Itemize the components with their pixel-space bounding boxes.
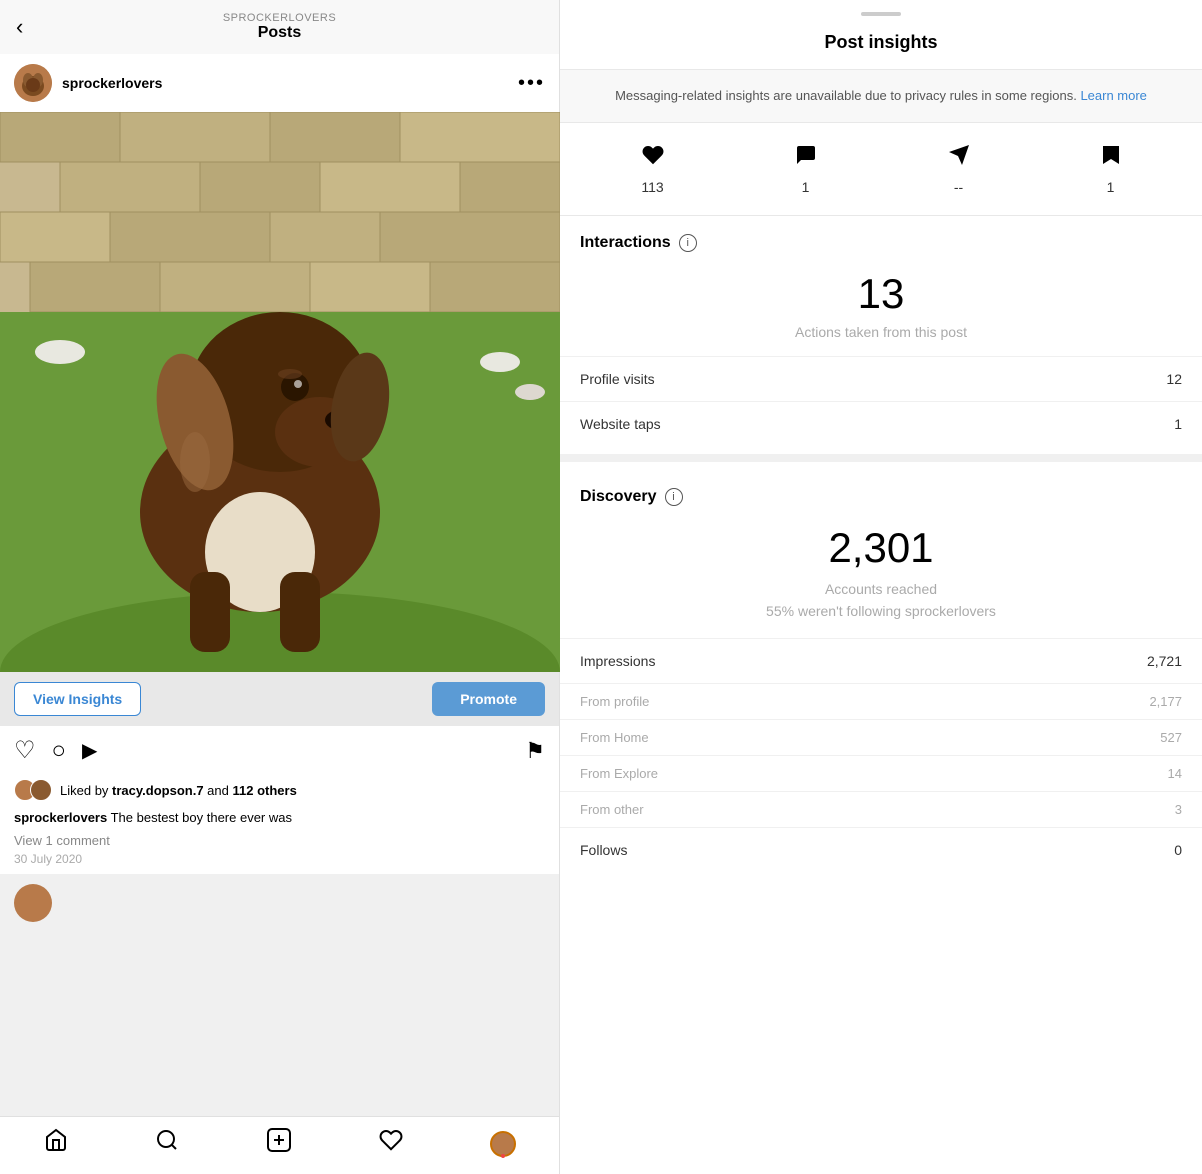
top-bar: ‹ SPROCKERLOVERS Posts	[0, 0, 559, 54]
accounts-reached-number: 2,301	[560, 524, 1202, 572]
profile-nav-icon[interactable]	[490, 1131, 516, 1157]
post-image	[0, 112, 560, 672]
comment-metric-icon	[794, 143, 818, 173]
impressions-value: 2,721	[1147, 653, 1182, 669]
caption-row: sprockerlovers The bestest boy there eve…	[0, 805, 559, 831]
comment-icon[interactable]: ○	[52, 737, 67, 765]
back-button[interactable]: ‹	[16, 14, 23, 40]
interactions-info-icon[interactable]: i	[679, 234, 697, 252]
top-bar-title-group: SPROCKERLOVERS Posts	[223, 12, 336, 42]
privacy-notice: Messaging-related insights are unavailab…	[560, 70, 1202, 123]
post-header: sprockerlovers •••	[0, 54, 559, 112]
profile-visits-row: Profile visits 12	[560, 356, 1202, 401]
metric-likes: 113	[641, 143, 665, 195]
post-photo	[0, 112, 560, 672]
website-taps-row: Website taps 1	[560, 401, 1202, 446]
notification-dot	[501, 1154, 505, 1158]
likes-row: Liked by tracy.dopson.7 and 112 others	[0, 775, 559, 805]
comments-metric-value: 1	[802, 179, 810, 195]
add-nav-icon[interactable]	[266, 1127, 292, 1160]
promote-button[interactable]: Promote	[432, 682, 545, 716]
send-metric-icon	[947, 143, 971, 173]
follows-value: 0	[1174, 842, 1182, 858]
more-options-icon[interactable]: •••	[518, 72, 545, 95]
post-username[interactable]: sprockerlovers	[62, 75, 162, 91]
heart-nav-icon[interactable]	[379, 1128, 403, 1159]
caption-text: sprockerlovers The bestest boy there eve…	[14, 810, 292, 825]
liked-avatars	[14, 779, 52, 801]
bottom-nav	[0, 1116, 559, 1174]
from-home-label: From Home	[580, 730, 649, 745]
share-icon[interactable]: ▶	[82, 738, 97, 763]
discovery-info-icon[interactable]: i	[665, 488, 683, 506]
heart-metric-icon	[641, 143, 665, 173]
drag-handle-bar	[861, 12, 901, 16]
metric-comments: 1	[794, 143, 818, 195]
website-taps-label: Website taps	[580, 416, 661, 432]
post-actions-left: ♡ ○ ▶	[14, 736, 97, 765]
follows-label: Follows	[580, 842, 627, 858]
liked-avatar-2	[30, 779, 52, 801]
like-icon[interactable]: ♡	[14, 736, 36, 765]
learn-more-link[interactable]: Learn more	[1080, 88, 1146, 103]
from-other-row: From other 3	[560, 791, 1202, 827]
bookmark-metric-icon	[1100, 143, 1122, 173]
from-profile-label: From profile	[580, 694, 649, 709]
likes-username[interactable]: tracy.dopson.7	[112, 783, 204, 798]
send-metric-value: --	[954, 179, 963, 195]
likes-count: 112 others	[232, 783, 296, 798]
account-name: SPROCKERLOVERS	[223, 12, 336, 24]
impressions-label: Impressions	[580, 653, 655, 669]
discovery-title: Discovery	[580, 488, 657, 506]
avatar[interactable]	[14, 64, 52, 102]
likes-metric-value: 113	[641, 179, 663, 195]
accounts-reached-labels: Accounts reached 55% weren't following s…	[560, 576, 1202, 639]
interactions-big-label: Actions taken from this post	[560, 322, 1202, 356]
from-home-value: 527	[1160, 730, 1182, 745]
next-avatar	[14, 884, 52, 922]
metric-send: --	[947, 143, 971, 195]
interactions-big-stat: 13	[560, 260, 1202, 322]
search-nav-icon[interactable]	[155, 1128, 179, 1159]
post-header-left: sprockerlovers	[14, 64, 162, 102]
left-panel: ‹ SPROCKERLOVERS Posts sprockerlovers ••…	[0, 0, 560, 1174]
interactions-big-number: 13	[560, 270, 1202, 318]
profile-visits-label: Profile visits	[580, 371, 655, 387]
caption-username[interactable]: sprockerlovers	[14, 810, 107, 825]
right-panel: Post insights Messaging-related insights…	[560, 0, 1202, 1174]
metric-bookmark: 1	[1100, 143, 1122, 195]
from-explore-value: 14	[1168, 766, 1182, 781]
from-profile-value: 2,177	[1149, 694, 1182, 709]
from-other-label: From other	[580, 802, 644, 817]
discovery-section-header: Discovery i	[560, 470, 1202, 514]
from-explore-row: From Explore 14	[560, 755, 1202, 791]
from-other-value: 3	[1175, 802, 1182, 817]
view-comments-link[interactable]: View 1 comment	[0, 831, 559, 850]
home-nav-icon[interactable]	[44, 1128, 68, 1159]
profile-visits-value: 12	[1166, 371, 1182, 387]
likes-text: Liked by tracy.dopson.7 and 112 others	[60, 783, 297, 798]
impressions-row: Impressions 2,721	[560, 638, 1202, 683]
bookmark-icon[interactable]: ⚑	[525, 738, 545, 764]
post-date: 30 July 2020	[0, 850, 559, 874]
insights-title: Post insights	[560, 24, 1202, 70]
avatar-image	[14, 64, 52, 102]
website-taps-value: 1	[1174, 416, 1182, 432]
from-profile-row: From profile 2,177	[560, 683, 1202, 719]
metrics-row: 113 1 -- 1	[560, 123, 1202, 216]
bookmark-metric-value: 1	[1107, 179, 1115, 195]
drag-handle	[560, 0, 1202, 24]
from-explore-label: From Explore	[580, 766, 658, 781]
from-home-row: From Home 527	[560, 719, 1202, 755]
page-title: Posts	[223, 24, 336, 42]
interactions-section-header: Interactions i	[560, 216, 1202, 260]
view-insights-button[interactable]: View Insights	[14, 682, 141, 716]
follows-row: Follows 0	[560, 827, 1202, 872]
view-promote-bar: View Insights Promote	[0, 672, 559, 726]
post-actions: ♡ ○ ▶ ⚑	[0, 726, 559, 775]
interactions-title: Interactions	[580, 234, 671, 252]
section-divider-1	[560, 454, 1202, 462]
discovery-big-stat: 2,301	[560, 514, 1202, 576]
